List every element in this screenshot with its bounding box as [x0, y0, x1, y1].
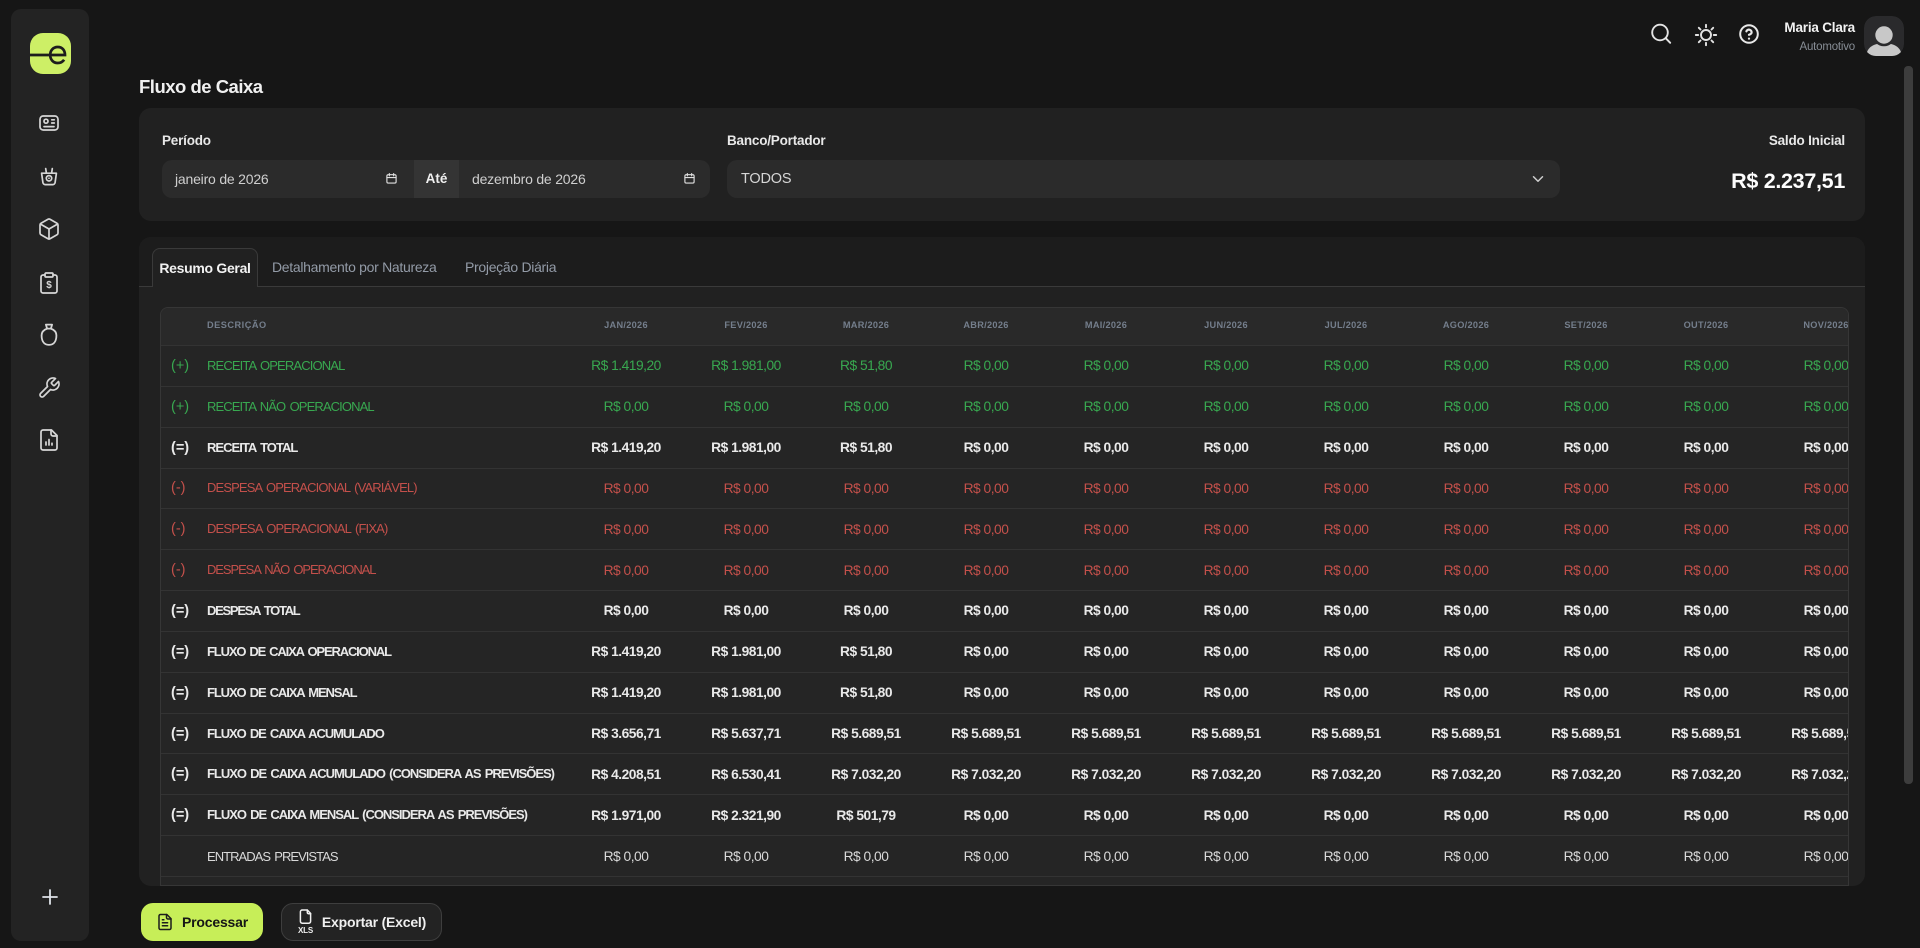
svg-text:XLS: XLS — [298, 926, 314, 935]
svg-text:$: $ — [46, 280, 52, 291]
